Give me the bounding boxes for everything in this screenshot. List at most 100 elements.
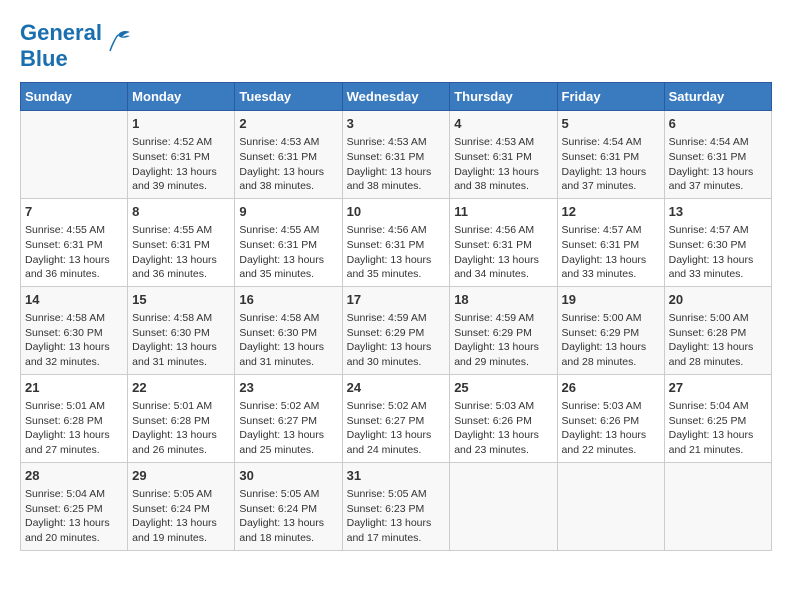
day-info: Sunrise: 4:58 AM Sunset: 6:30 PM Dayligh… [239, 311, 337, 370]
calendar-cell [21, 111, 128, 199]
calendar-cell: 27 Sunrise: 5:04 AM Sunset: 6:25 PM Dayli… [664, 374, 771, 462]
day-number: 18 [454, 291, 552, 309]
day-number: 24 [347, 379, 446, 397]
weekday-header-friday: Friday [557, 83, 664, 111]
day-info: Sunrise: 5:04 AM Sunset: 6:25 PM Dayligh… [25, 487, 123, 546]
day-number: 16 [239, 291, 337, 309]
calendar-cell [557, 462, 664, 550]
day-info: Sunrise: 5:00 AM Sunset: 6:29 PM Dayligh… [562, 311, 660, 370]
day-number: 14 [25, 291, 123, 309]
day-info: Sunrise: 4:58 AM Sunset: 6:30 PM Dayligh… [25, 311, 123, 370]
calendar-cell: 5 Sunrise: 4:54 AM Sunset: 6:31 PM Daylig… [557, 111, 664, 199]
calendar-cell [450, 462, 557, 550]
calendar-week-row: 28 Sunrise: 5:04 AM Sunset: 6:25 PM Dayli… [21, 462, 772, 550]
calendar-cell: 1 Sunrise: 4:52 AM Sunset: 6:31 PM Daylig… [128, 111, 235, 199]
calendar-cell: 8 Sunrise: 4:55 AM Sunset: 6:31 PM Daylig… [128, 198, 235, 286]
weekday-header-saturday: Saturday [664, 83, 771, 111]
day-number: 20 [669, 291, 767, 309]
weekday-header-tuesday: Tuesday [235, 83, 342, 111]
day-info: Sunrise: 4:55 AM Sunset: 6:31 PM Dayligh… [132, 223, 230, 282]
day-number: 29 [132, 467, 230, 485]
calendar-cell: 22 Sunrise: 5:01 AM Sunset: 6:28 PM Dayli… [128, 374, 235, 462]
calendar-cell: 20 Sunrise: 5:00 AM Sunset: 6:28 PM Dayli… [664, 286, 771, 374]
day-number: 9 [239, 203, 337, 221]
calendar-cell: 23 Sunrise: 5:02 AM Sunset: 6:27 PM Dayli… [235, 374, 342, 462]
day-number: 21 [25, 379, 123, 397]
weekday-header-row: SundayMondayTuesdayWednesdayThursdayFrid… [21, 83, 772, 111]
day-number: 1 [132, 115, 230, 133]
day-number: 11 [454, 203, 552, 221]
calendar-cell: 12 Sunrise: 4:57 AM Sunset: 6:31 PM Dayli… [557, 198, 664, 286]
day-info: Sunrise: 5:02 AM Sunset: 6:27 PM Dayligh… [239, 399, 337, 458]
day-number: 12 [562, 203, 660, 221]
day-info: Sunrise: 5:03 AM Sunset: 6:26 PM Dayligh… [562, 399, 660, 458]
calendar-cell: 3Sunrise: 4:53 AM Sunset: 6:31 PM Daylig… [342, 111, 450, 199]
day-number: 28 [25, 467, 123, 485]
day-number: 22 [132, 379, 230, 397]
day-info: Sunrise: 4:57 AM Sunset: 6:30 PM Dayligh… [669, 223, 767, 282]
page-header: General Blue [20, 20, 772, 72]
day-info: Sunrise: 5:05 AM Sunset: 6:23 PM Dayligh… [347, 487, 446, 546]
calendar-week-row: 21 Sunrise: 5:01 AM Sunset: 6:28 PM Dayli… [21, 374, 772, 462]
calendar-cell: 11Sunrise: 4:56 AM Sunset: 6:31 PM Dayli… [450, 198, 557, 286]
day-number: 2 [239, 115, 337, 133]
day-info: Sunrise: 5:02 AM Sunset: 6:27 PM Dayligh… [347, 399, 446, 458]
day-number: 4 [454, 115, 552, 133]
day-info: Sunrise: 5:05 AM Sunset: 6:24 PM Dayligh… [132, 487, 230, 546]
day-info: Sunrise: 5:01 AM Sunset: 6:28 PM Dayligh… [25, 399, 123, 458]
day-number: 5 [562, 115, 660, 133]
weekday-header-thursday: Thursday [450, 83, 557, 111]
day-number: 6 [669, 115, 767, 133]
calendar-week-row: 14 Sunrise: 4:58 AM Sunset: 6:30 PM Dayli… [21, 286, 772, 374]
calendar-cell: 29 Sunrise: 5:05 AM Sunset: 6:24 PM Dayli… [128, 462, 235, 550]
calendar-cell [664, 462, 771, 550]
calendar-cell: 24 Sunrise: 5:02 AM Sunset: 6:27 PM Dayli… [342, 374, 450, 462]
weekday-header-sunday: Sunday [21, 83, 128, 111]
calendar-cell: 30 Sunrise: 5:05 AM Sunset: 6:24 PM Dayli… [235, 462, 342, 550]
calendar-cell: 14 Sunrise: 4:58 AM Sunset: 6:30 PM Dayli… [21, 286, 128, 374]
day-number: 8 [132, 203, 230, 221]
calendar-week-row: 7 Sunrise: 4:55 AM Sunset: 6:31 PM Daylig… [21, 198, 772, 286]
calendar-cell: 2 Sunrise: 4:53 AM Sunset: 6:31 PM Daylig… [235, 111, 342, 199]
day-info: Sunrise: 4:54 AM Sunset: 6:31 PM Dayligh… [562, 135, 660, 194]
day-info: Sunrise: 5:05 AM Sunset: 6:24 PM Dayligh… [239, 487, 337, 546]
day-number: 27 [669, 379, 767, 397]
calendar-cell: 31Sunrise: 5:05 AM Sunset: 6:23 PM Dayli… [342, 462, 450, 550]
calendar-table: SundayMondayTuesdayWednesdayThursdayFrid… [20, 82, 772, 551]
day-info: Sunrise: 4:59 AM Sunset: 6:29 PM Dayligh… [347, 311, 446, 370]
day-info: Sunrise: 5:03 AM Sunset: 6:26 PM Dayligh… [454, 399, 552, 458]
day-info: Sunrise: 5:01 AM Sunset: 6:28 PM Dayligh… [132, 399, 230, 458]
calendar-cell: 17 Sunrise: 4:59 AM Sunset: 6:29 PM Dayli… [342, 286, 450, 374]
day-info: Sunrise: 5:04 AM Sunset: 6:25 PM Dayligh… [669, 399, 767, 458]
day-info: Sunrise: 4:53 AM Sunset: 6:31 PM Dayligh… [239, 135, 337, 194]
calendar-cell: 7 Sunrise: 4:55 AM Sunset: 6:31 PM Daylig… [21, 198, 128, 286]
logo-bird-icon [104, 27, 132, 55]
day-number: 10 [347, 203, 446, 221]
day-number: 23 [239, 379, 337, 397]
weekday-header-wednesday: Wednesday [342, 83, 450, 111]
day-number: 15 [132, 291, 230, 309]
calendar-cell: 16 Sunrise: 4:58 AM Sunset: 6:30 PM Dayli… [235, 286, 342, 374]
calendar-cell: 13 Sunrise: 4:57 AM Sunset: 6:30 PM Dayli… [664, 198, 771, 286]
day-number: 7 [25, 203, 123, 221]
day-number: 25 [454, 379, 552, 397]
calendar-cell: 19Sunrise: 5:00 AM Sunset: 6:29 PM Dayli… [557, 286, 664, 374]
calendar-cell: 4Sunrise: 4:53 AM Sunset: 6:31 PM Daylig… [450, 111, 557, 199]
day-info: Sunrise: 4:55 AM Sunset: 6:31 PM Dayligh… [25, 223, 123, 282]
day-info: Sunrise: 4:58 AM Sunset: 6:30 PM Dayligh… [132, 311, 230, 370]
calendar-cell: 9 Sunrise: 4:55 AM Sunset: 6:31 PM Daylig… [235, 198, 342, 286]
day-info: Sunrise: 5:00 AM Sunset: 6:28 PM Dayligh… [669, 311, 767, 370]
day-number: 30 [239, 467, 337, 485]
calendar-week-row: 1 Sunrise: 4:52 AM Sunset: 6:31 PM Daylig… [21, 111, 772, 199]
day-info: Sunrise: 4:54 AM Sunset: 6:31 PM Dayligh… [669, 135, 767, 194]
day-info: Sunrise: 4:52 AM Sunset: 6:31 PM Dayligh… [132, 135, 230, 194]
day-info: Sunrise: 4:59 AM Sunset: 6:29 PM Dayligh… [454, 311, 552, 370]
day-info: Sunrise: 4:53 AM Sunset: 6:31 PM Dayligh… [347, 135, 446, 194]
day-info: Sunrise: 4:55 AM Sunset: 6:31 PM Dayligh… [239, 223, 337, 282]
day-number: 17 [347, 291, 446, 309]
logo: General Blue [20, 20, 132, 72]
day-number: 13 [669, 203, 767, 221]
calendar-cell: 26 Sunrise: 5:03 AM Sunset: 6:26 PM Dayli… [557, 374, 664, 462]
day-info: Sunrise: 4:57 AM Sunset: 6:31 PM Dayligh… [562, 223, 660, 282]
day-number: 26 [562, 379, 660, 397]
